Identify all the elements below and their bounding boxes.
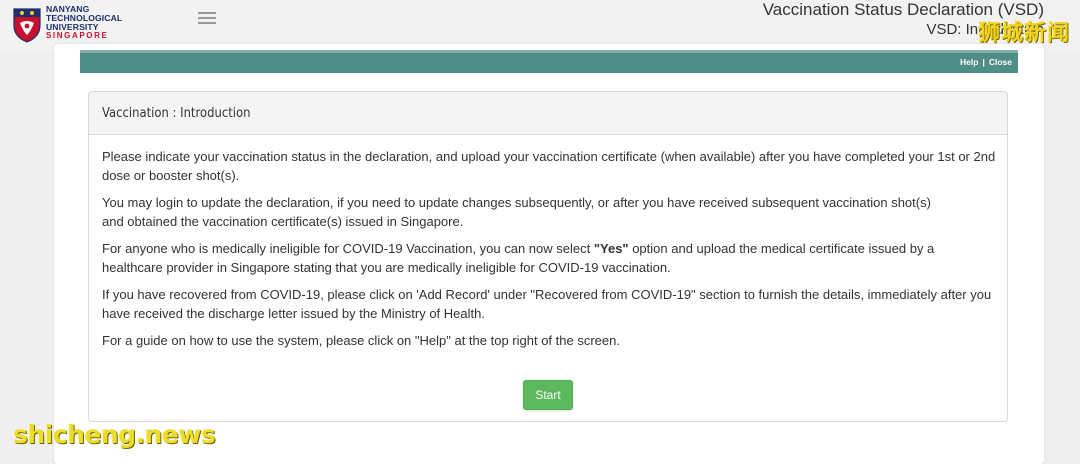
card-body: Please indicate your vaccination status …	[102, 147, 997, 358]
top-header: NANYANG TECHNOLOGICAL UNIVERSITY SINGAPO…	[0, 0, 1080, 50]
logo-wordmark: NANYANG TECHNOLOGICAL UNIVERSITY SINGAPO…	[46, 5, 122, 41]
intro-paragraph-3: For anyone who is medically ineligible f…	[102, 239, 997, 277]
action-bar: Help | Close	[80, 50, 1018, 73]
p3-yes-bold: "Yes"	[593, 241, 629, 256]
hamburger-icon	[198, 12, 216, 14]
watermark-chinese: 狮城新闻	[977, 21, 1070, 46]
bar-links: Help | Close	[960, 57, 1012, 67]
watermark-english: shicheng.news	[13, 420, 216, 449]
close-link[interactable]: Close	[989, 57, 1012, 67]
logo-singapore: SINGAPORE	[46, 31, 109, 41]
intro-paragraph-1: Please indicate your vaccination status …	[102, 149, 996, 183]
intro-paragraph-2: You may login to update the declaration,…	[102, 193, 997, 231]
ntu-logo[interactable]: NANYANG TECHNOLOGICAL UNIVERSITY SINGAPO…	[10, 3, 130, 45]
logo-line-3: UNIVERSITY	[46, 21, 99, 32]
ntu-crest-icon	[13, 8, 41, 43]
action-bar-highlight	[80, 50, 1018, 53]
intro-paragraph-5: For a guide on how to use the system, pl…	[102, 333, 620, 348]
intro-paragraph-4: If you have recovered from COVID-19, ple…	[102, 287, 992, 321]
start-button[interactable]: Start	[523, 380, 573, 410]
intro-paragraph-2-line-2: and obtained the vaccination certificate…	[102, 214, 464, 229]
card-title: Vaccination : Introduction	[102, 105, 251, 121]
help-link[interactable]: Help	[960, 57, 978, 67]
card-header: Vaccination : Introduction	[89, 92, 1007, 135]
hamburger-icon-bar	[198, 22, 216, 24]
p3-text-before: For anyone who is medically ineligible f…	[102, 241, 594, 256]
hamburger-icon-bar	[198, 17, 216, 19]
intro-paragraph-2-line-1: You may login to update the declaration,…	[102, 195, 931, 210]
link-separator: |	[982, 57, 985, 67]
menu-toggle-button[interactable]	[195, 9, 219, 31]
